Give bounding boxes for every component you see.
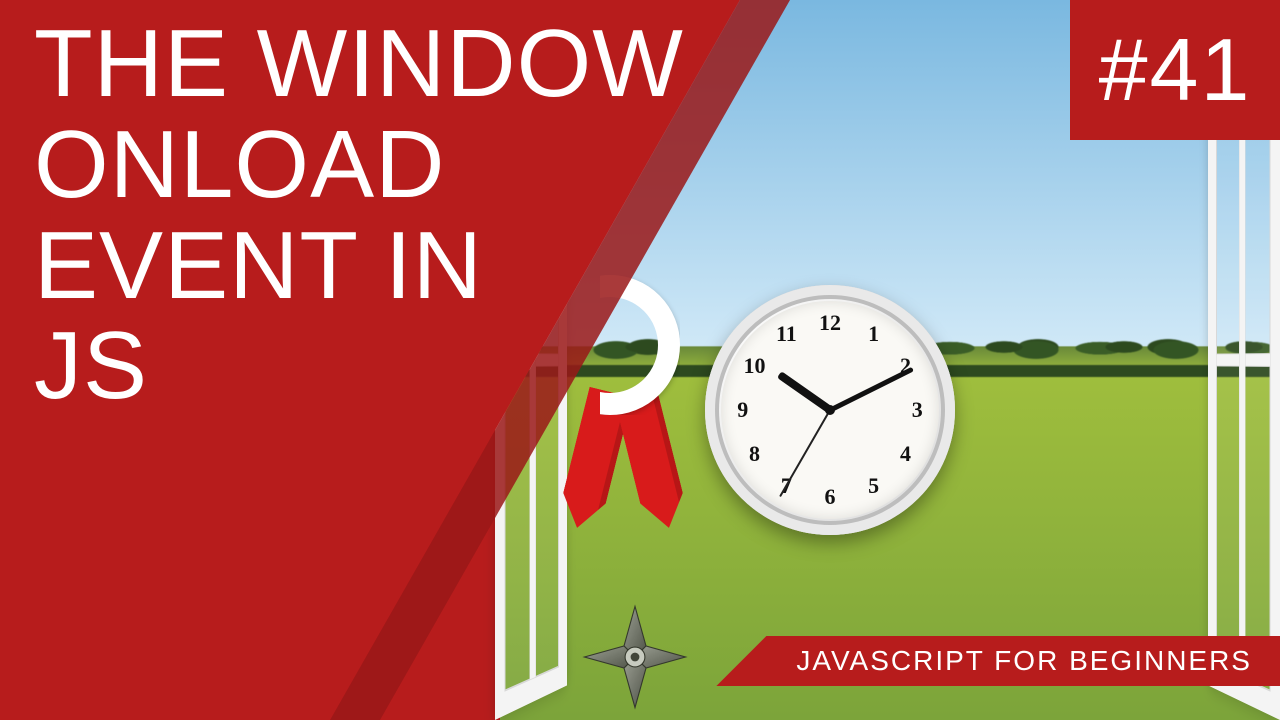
clock-numeral: 10 (739, 353, 769, 379)
clock-hand-hour (777, 371, 832, 413)
episode-badge: #41 (1070, 0, 1280, 140)
ninja-star-icon (580, 602, 690, 712)
thumbnail-stage: 121234567891011 THE WINDOW ONLOAD EVENT … (0, 0, 1280, 720)
title-text: THE WINDOW ONLOAD EVENT IN JS (34, 14, 684, 417)
clock-numeral: 12 (815, 310, 845, 336)
clock-numeral: 11 (771, 321, 801, 347)
series-label: JAVASCRIPT FOR BEGINNERS (796, 645, 1252, 677)
clock-numeral: 3 (902, 397, 932, 423)
clock-numeral: 5 (859, 473, 889, 499)
clock-numeral: 8 (739, 441, 769, 467)
clock-numeral: 6 (815, 484, 845, 510)
clock-icon: 121234567891011 (705, 285, 955, 535)
episode-number: #41 (1099, 19, 1252, 121)
clock-numeral: 1 (859, 321, 889, 347)
series-banner: JAVASCRIPT FOR BEGINNERS (716, 636, 1280, 686)
clock-hand-minute (829, 367, 914, 413)
clock-center-pin (825, 405, 835, 415)
clock-numeral: 9 (728, 397, 758, 423)
clock-numeral: 4 (891, 441, 921, 467)
